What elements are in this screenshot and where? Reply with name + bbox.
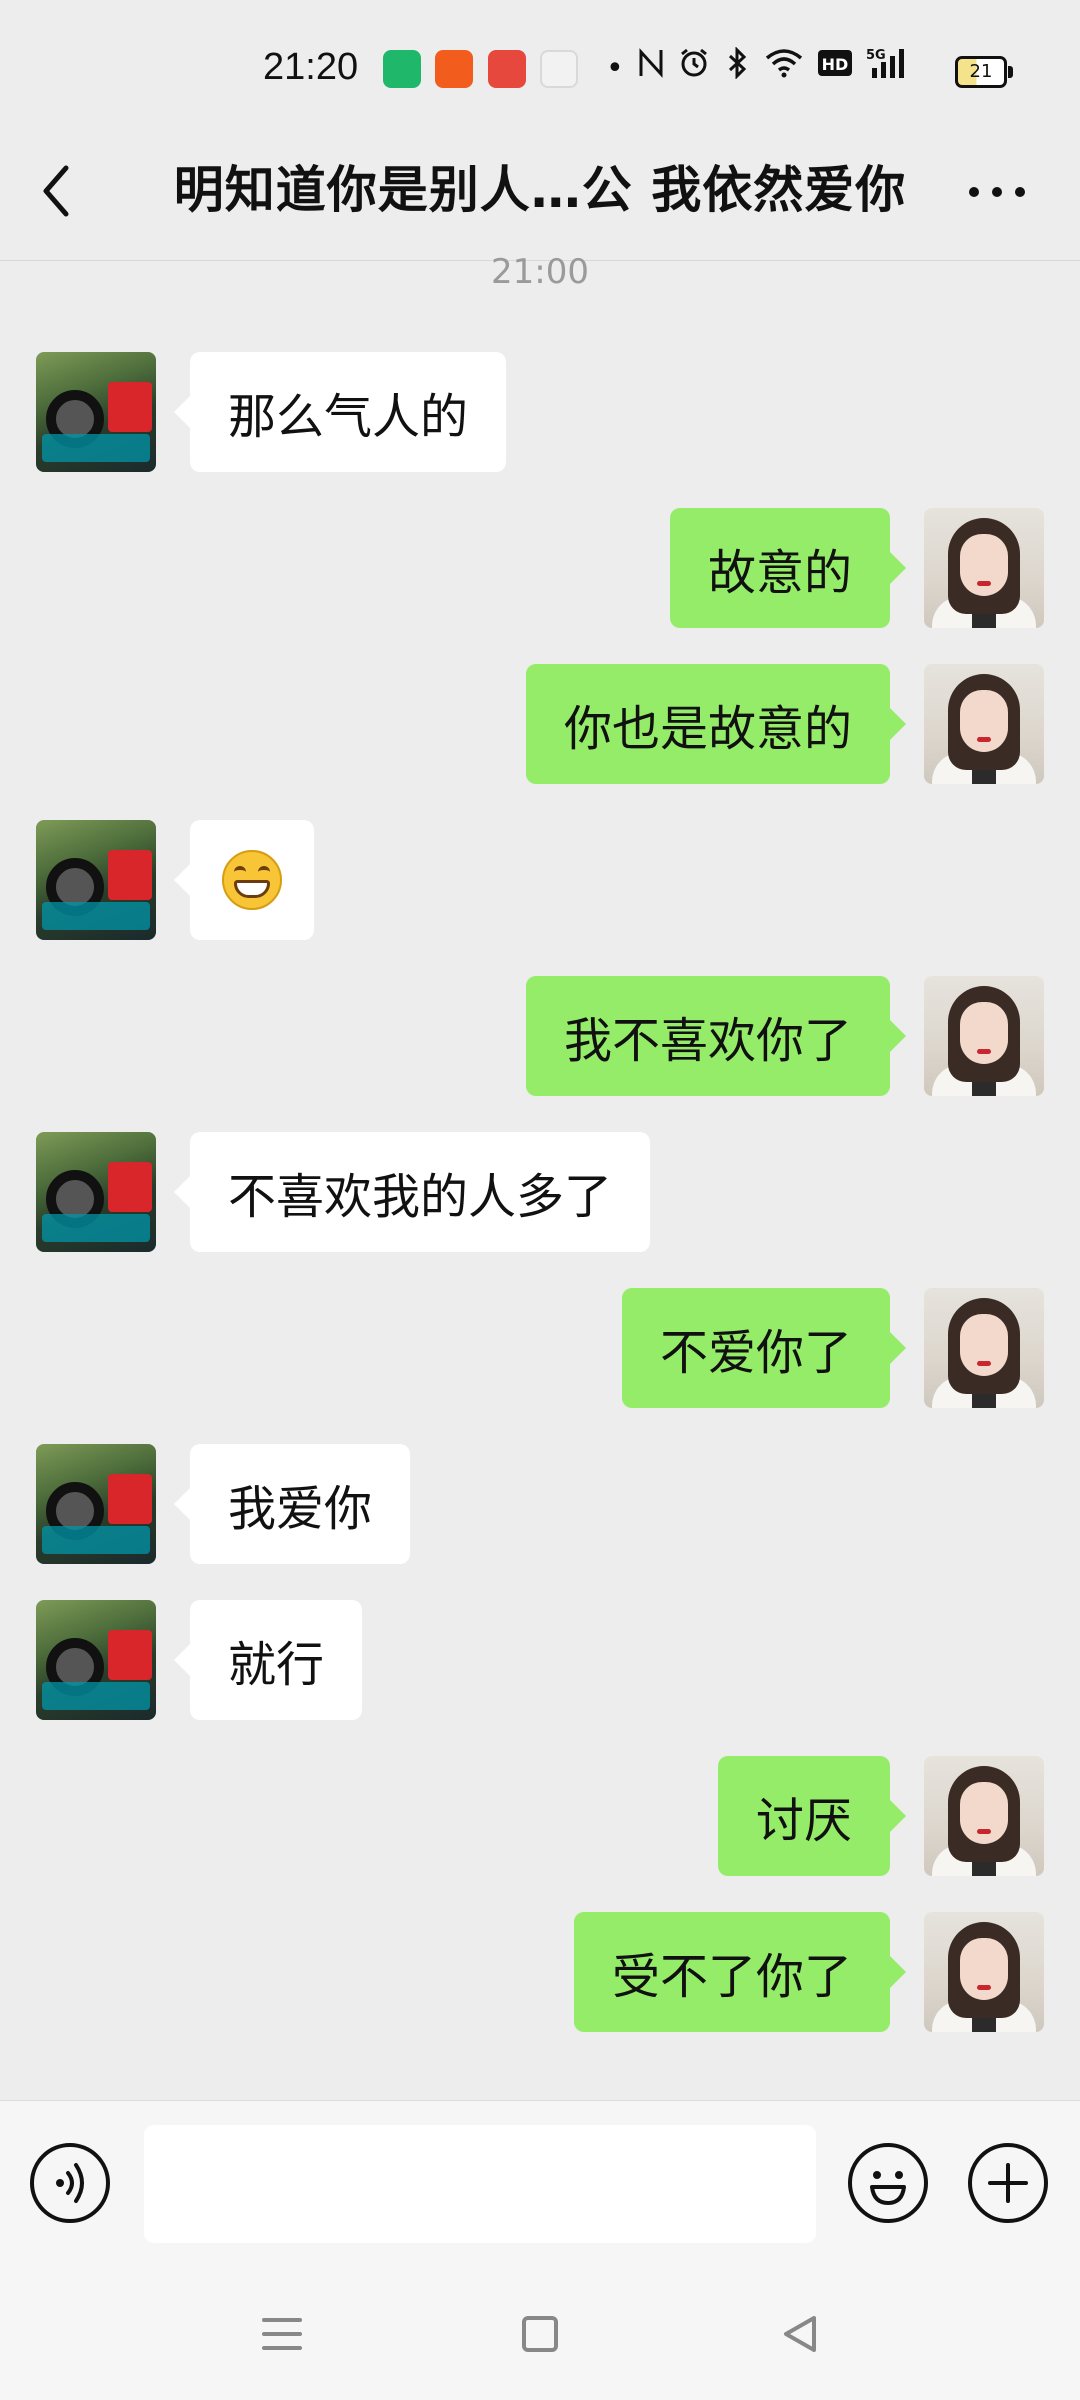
message-row: 我爱你 <box>0 1444 1080 1568</box>
svg-text:5G: 5G <box>866 48 886 63</box>
received-message-bubble[interactable]: 我爱你 <box>173 1444 411 1564</box>
message-row <box>0 820 1080 944</box>
bluetooth-icon <box>724 46 750 91</box>
dot-icon: • <box>606 51 624 86</box>
video-play-icon <box>488 50 526 88</box>
message-row: 我不喜欢你了 <box>0 976 1080 1100</box>
received-message-bubble[interactable]: 就行 <box>173 1600 363 1720</box>
my-avatar[interactable] <box>924 508 1044 628</box>
my-avatar[interactable] <box>924 1288 1044 1408</box>
contact-avatar[interactable] <box>36 820 156 940</box>
message-row: 故意的 <box>0 508 1080 632</box>
sent-message-bubble[interactable]: 故意的 <box>669 508 907 628</box>
emoji-button[interactable] <box>848 2143 928 2223</box>
menu-icon[interactable] <box>262 2316 302 2352</box>
message-row: 讨厌 <box>0 1756 1080 1880</box>
contact-avatar[interactable] <box>36 1132 156 1252</box>
battery-indicator: 21 <box>955 56 1013 88</box>
alarm-icon <box>678 47 710 91</box>
nfc-icon <box>638 48 664 90</box>
chevron-left-icon <box>43 165 69 217</box>
sent-message-bubble[interactable]: 不爱你了 <box>621 1288 907 1408</box>
my-avatar[interactable] <box>924 976 1044 1096</box>
taobao-icon <box>435 50 473 88</box>
sent-message-bubble[interactable]: 你也是故意的 <box>525 664 907 784</box>
message-row: 就行 <box>0 1600 1080 1724</box>
contact-avatar[interactable] <box>36 1600 156 1720</box>
received-message-bubble[interactable]: 那么气人的 <box>173 352 507 472</box>
input-bar <box>0 2100 1080 2271</box>
received-message-bubble[interactable]: 不喜欢我的人多了 <box>173 1132 651 1252</box>
chat-title: 明知道你是别人…公 我依然爱你 <box>173 161 907 219</box>
message-row: 不喜欢我的人多了 <box>0 1132 1080 1256</box>
message-row: 你也是故意的 <box>0 664 1080 788</box>
my-avatar[interactable] <box>924 1756 1044 1876</box>
back-triangle-icon[interactable] <box>780 2314 820 2354</box>
back-button[interactable] <box>30 156 90 226</box>
sent-message-bubble[interactable]: 讨厌 <box>717 1756 907 1876</box>
sent-message-bubble[interactable]: 我不喜欢你了 <box>525 976 907 1096</box>
wechat-mini-icon <box>383 50 421 88</box>
contact-avatar[interactable] <box>36 1444 156 1564</box>
podcast-icon <box>540 50 578 88</box>
message-row: 受不了你了 <box>0 1912 1080 2036</box>
voice-button[interactable] <box>30 2143 110 2223</box>
system-nav-bar <box>0 2270 1080 2400</box>
svg-text:HD: HD <box>821 55 848 74</box>
grinning-face-emoji <box>222 850 282 910</box>
plus-icon <box>988 2163 1028 2203</box>
hd-icon: HD <box>817 48 852 90</box>
status-indicators: • HD 5G <box>606 46 912 92</box>
more-horizontal-icon <box>969 187 1025 197</box>
message-row: 那么气人的 <box>0 352 1080 476</box>
sent-message-bubble[interactable]: 受不了你了 <box>573 1912 907 2032</box>
home-square-icon[interactable] <box>522 2316 558 2352</box>
voice-icon <box>56 2163 84 2203</box>
status-time: 21:20 <box>263 46 359 88</box>
more-button[interactable] <box>962 172 1032 212</box>
my-avatar[interactable] <box>924 664 1044 784</box>
chat-header: 明知道你是别人…公 我依然爱你 <box>0 120 1080 261</box>
my-avatar[interactable] <box>924 1912 1044 2032</box>
smiley-icon <box>870 2171 906 2205</box>
message-input[interactable] <box>144 2125 816 2243</box>
more-actions-button[interactable] <box>968 2143 1048 2223</box>
contact-avatar[interactable] <box>36 352 156 472</box>
message-row: 不爱你了 <box>0 1288 1080 1412</box>
message-timestamp: 21:00 <box>491 252 589 292</box>
wifi-icon <box>764 48 804 90</box>
received-message-bubble[interactable] <box>174 820 314 940</box>
status-bar: 21:20 • HD 5G 21 <box>0 0 1080 120</box>
5g-signal-icon: 5G <box>866 46 912 92</box>
